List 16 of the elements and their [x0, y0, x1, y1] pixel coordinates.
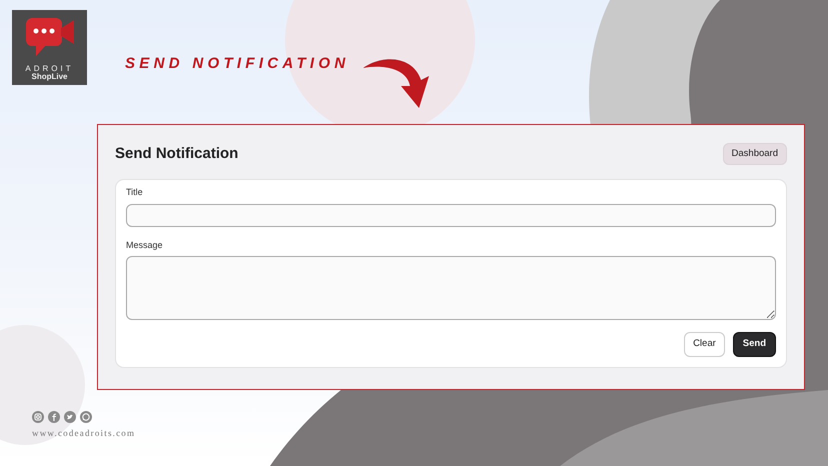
panel-title: Send Notification: [115, 145, 238, 164]
send-button[interactable]: Send: [732, 332, 776, 356]
field-label: Message: [126, 238, 164, 252]
logo-name: ADROIT: [25, 65, 74, 73]
social-icon: [64, 411, 76, 423]
message-field[interactable]: [126, 256, 776, 320]
headline: SEND NOTIFICATION: [125, 56, 350, 71]
title-field[interactable]: [126, 204, 776, 227]
social-icon: [48, 411, 60, 423]
dashboard-button[interactable]: Dashboard: [722, 143, 787, 166]
social-icon: [32, 411, 44, 423]
website-url: www.codeadroits.com: [32, 427, 136, 440]
field-label: Title: [126, 186, 144, 200]
logo-tagline: ShopLive: [31, 73, 68, 82]
social-icon: [80, 411, 92, 423]
clear-button[interactable]: Clear: [684, 332, 725, 356]
